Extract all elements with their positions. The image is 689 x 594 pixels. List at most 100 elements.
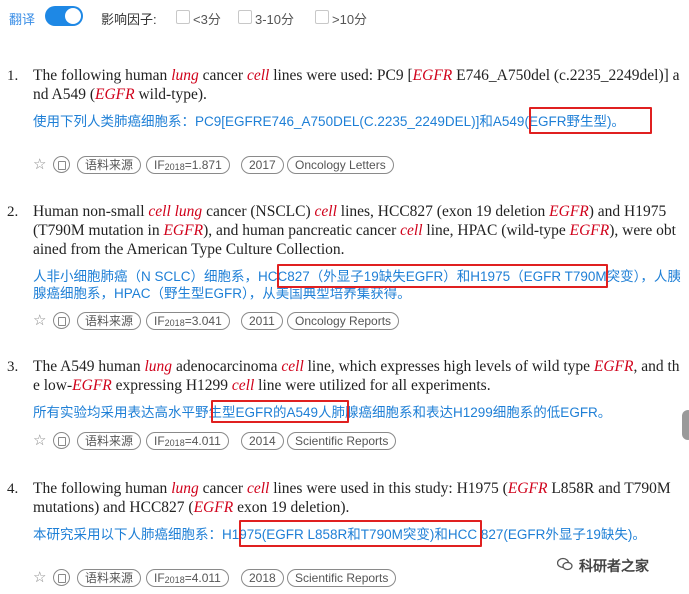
sentence-text: cancer (NSCLC) — [202, 203, 315, 220]
impact-factor-tag[interactable]: IF2018=3.041 — [146, 312, 230, 330]
copy-icon[interactable] — [53, 569, 70, 586]
impact-factor-tag-text: =4.011 — [184, 434, 221, 448]
sentence-text: cancer — [198, 480, 247, 497]
sentence-text: Human non-small — [33, 203, 149, 220]
sentence-text: cancer — [198, 67, 247, 84]
source-tag-text: 语料来源 — [85, 314, 134, 328]
keyword-highlight: lung — [174, 203, 203, 220]
keyword-highlight: EGFR — [549, 203, 589, 220]
journal-tag[interactable]: Oncology Letters — [287, 156, 394, 174]
copy-icon-inner — [58, 437, 66, 446]
sentence-text: The A549 human — [33, 358, 145, 375]
source-tag-text: 语料来源 — [85, 434, 134, 448]
filter-lt3-checkbox[interactable] — [176, 10, 190, 24]
translate-label: 翻译 — [9, 12, 36, 27]
sentence-text: line, which expresses high levels of wil… — [303, 358, 594, 375]
sentence-text: The following human — [33, 67, 172, 84]
journal-tag[interactable]: Scientific Reports — [287, 569, 397, 587]
copy-icon-inner — [58, 161, 66, 170]
year-tag-text: 2018 — [249, 571, 276, 585]
source-tag-text: 语料来源 — [85, 571, 134, 585]
toggle-knob — [65, 8, 81, 24]
sentence-text: The following human — [33, 480, 172, 497]
filter-3to10-checkbox[interactable] — [238, 10, 252, 24]
year-tag-text: 2014 — [249, 434, 276, 448]
year-tag[interactable]: 2011 — [241, 312, 283, 330]
keyword-highlight: lung — [171, 67, 199, 84]
keyword-highlight: lung — [144, 358, 173, 375]
journal-tag[interactable]: Oncology Reports — [287, 312, 400, 330]
keyword-highlight: cell — [400, 222, 423, 239]
keyword-highlight: EGFR — [95, 86, 135, 103]
impact-factor-tag-text: IF — [154, 571, 165, 585]
sentence-text: ), and human pancreatic cancer — [203, 222, 401, 239]
filter-3to10-label[interactable]: 3-10分 — [255, 9, 294, 28]
favorite-star-icon[interactable]: ☆ — [33, 432, 46, 450]
source-tag[interactable]: 语料来源 — [77, 569, 142, 587]
impact-factor-tag-text: IF — [154, 158, 165, 172]
filter-gt10-checkbox[interactable] — [315, 10, 329, 24]
highlight-box — [529, 107, 652, 134]
favorite-star-icon[interactable]: ☆ — [33, 569, 46, 587]
sentence-text: exon 19 deletion). — [233, 499, 350, 516]
result-english: The following human lung cancer cell lin… — [33, 66, 681, 104]
keyword-highlight: cell — [246, 480, 270, 497]
keyword-highlight: cell — [281, 358, 304, 375]
result-english: The A549 human lung adenocarcinoma cell … — [33, 357, 681, 395]
impact-factor-tag[interactable]: IF2018=4.011 — [146, 569, 229, 587]
sentence-text: lines were used: PC9 [ — [269, 67, 413, 84]
source-tag[interactable]: 语料来源 — [77, 312, 142, 330]
copy-icon[interactable] — [53, 432, 70, 449]
journal-tag-text: Scientific Reports — [295, 434, 389, 448]
result-number: 4. — [7, 481, 19, 497]
result-number: 1. — [7, 68, 19, 84]
copy-icon-inner — [58, 574, 66, 583]
filter-lt3-label[interactable]: <3分 — [193, 9, 221, 28]
highlight-box — [211, 400, 349, 423]
sentence-text: adenocarcinoma — [172, 358, 282, 375]
journal-tag-text: Scientific Reports — [295, 571, 389, 585]
impact-factor-tag-text: =4.011 — [184, 571, 221, 585]
keyword-highlight: EGFR — [163, 222, 204, 239]
copy-icon[interactable] — [53, 156, 70, 173]
result-english: Human non-small cell lung cancer (NSCLC)… — [33, 202, 681, 259]
source-tag[interactable]: 语料来源 — [77, 432, 142, 450]
toolbar: 翻译 影响因子: <3分 3-10分 >10分 — [0, 0, 689, 34]
filter-gt10-label[interactable]: >10分 — [332, 9, 367, 28]
copy-icon[interactable] — [53, 312, 70, 329]
favorite-star-icon[interactable]: ☆ — [33, 156, 46, 174]
impact-factor-tag-text: IF — [154, 434, 165, 448]
keyword-highlight: EGFR — [569, 222, 610, 239]
keyword-highlight: EGFR — [593, 358, 634, 375]
impact-factor-tag-text: IF — [154, 314, 165, 328]
impact-factor-tag[interactable]: IF2018=1.871 — [146, 156, 230, 174]
keyword-highlight: EGFR — [507, 480, 548, 497]
journal-tag[interactable]: Scientific Reports — [287, 432, 397, 450]
source-tag[interactable]: 语料来源 — [77, 156, 142, 174]
impact-factor-tag-text: =1.871 — [184, 158, 222, 172]
scrollbar-handle[interactable] — [682, 410, 689, 440]
favorite-star-icon[interactable]: ☆ — [33, 312, 46, 330]
keyword-highlight: EGFR — [72, 377, 112, 394]
translate-toggle[interactable] — [45, 6, 83, 26]
year-tag[interactable]: 2017 — [241, 156, 284, 174]
impact-factor-label: 影响因子: — [101, 12, 157, 27]
sentence-text: wild-type). — [134, 86, 207, 103]
result-english: The following human lung cancer cell lin… — [33, 479, 681, 517]
year-tag[interactable]: 2018 — [241, 569, 284, 587]
keyword-highlight: cell — [148, 203, 171, 220]
impact-factor-tag-text: =3.041 — [184, 314, 222, 328]
impact-factor-tag-text: 2018 — [164, 575, 185, 585]
watermark-text: 科研者之家 — [579, 558, 649, 574]
result-translation: 所有实验均采用表达高水平野生型EGFR的A549人肺腺癌细胞系和表达H1299细… — [33, 405, 612, 420]
wechat-icon — [557, 557, 573, 571]
keyword-highlight: cell — [231, 377, 255, 394]
sentence-text: lines were used in this study: H1975 ( — [269, 480, 508, 497]
year-tag-text: 2017 — [249, 158, 276, 172]
impact-factor-tag-text: 2018 — [164, 438, 185, 448]
year-tag[interactable]: 2014 — [241, 432, 284, 450]
impact-factor-tag-text: 2018 — [164, 162, 185, 172]
impact-factor-tag[interactable]: IF2018=4.011 — [146, 432, 229, 450]
journal-tag-text: Oncology Letters — [295, 158, 386, 172]
keyword-highlight: cell — [246, 67, 270, 84]
